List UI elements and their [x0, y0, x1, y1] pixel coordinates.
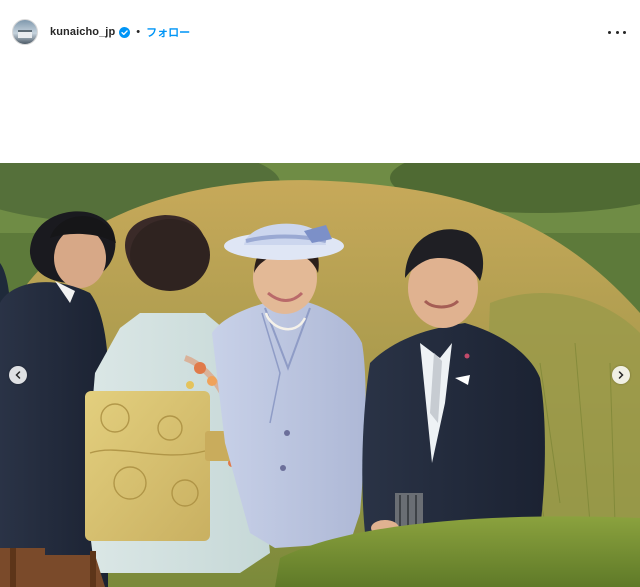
username-link[interactable]: kunaicho_jp — [50, 26, 115, 38]
carousel-prev-button[interactable] — [9, 366, 27, 384]
separator-dot: • — [136, 26, 141, 38]
post-header: kunaicho_jp • フォロー — [0, 0, 640, 64]
follow-button[interactable]: フォロー — [146, 24, 190, 40]
carousel-next-button[interactable] — [612, 366, 630, 384]
palace-building-icon — [18, 30, 32, 38]
account-avatar[interactable] — [12, 19, 38, 45]
photo-illustration — [0, 163, 640, 587]
post-photo[interactable] — [0, 163, 640, 587]
more-options-icon[interactable] — [608, 23, 626, 41]
chevron-left-icon — [15, 371, 21, 379]
verified-badge-icon — [119, 26, 131, 38]
chevron-right-icon — [618, 371, 624, 379]
